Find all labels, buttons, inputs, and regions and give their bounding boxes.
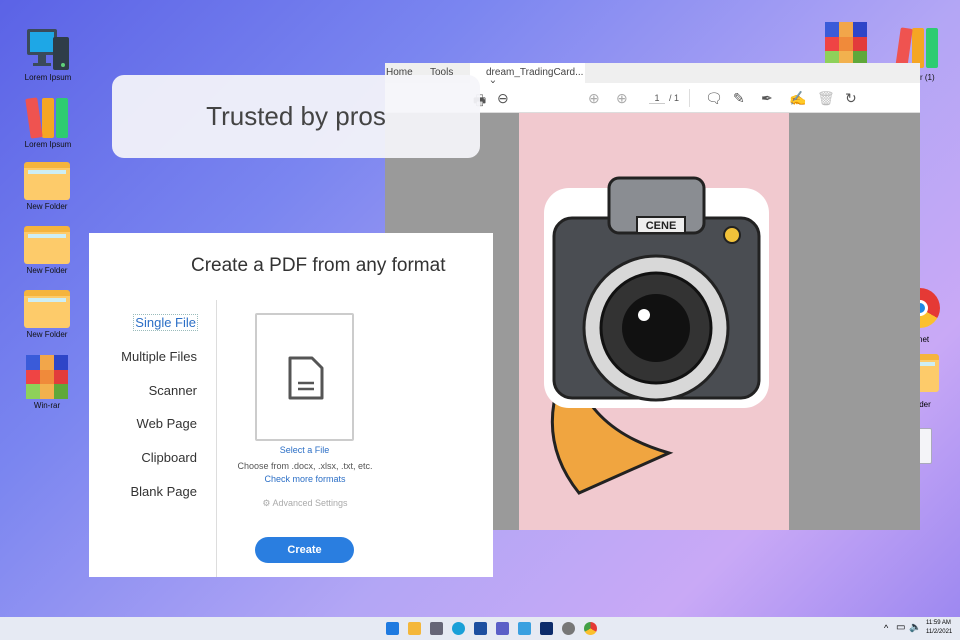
teams-icon[interactable]	[496, 622, 509, 635]
maps-icon[interactable]	[518, 622, 531, 635]
pdf-page: CENE	[519, 113, 789, 530]
prev-page-icon[interactable]: ⊕	[588, 90, 600, 107]
gear-icon: ⚙	[262, 498, 273, 508]
advanced-settings[interactable]: ⚙ Advanced Settings	[205, 498, 405, 509]
nav-divider	[216, 300, 217, 577]
chrome-icon[interactable]	[584, 622, 597, 635]
desktop-icon-folder[interactable]: New Folder	[12, 162, 82, 211]
create-button[interactable]: Create	[255, 537, 354, 563]
document-tab[interactable]: dream_TradingCard... ×	[470, 63, 585, 89]
highlight-icon[interactable]: ✎	[733, 90, 745, 107]
taskbar: ^ ▭ 🔈 11:59 AM 11/2/2021	[0, 617, 960, 640]
desktop-icon-computer[interactable]: Lorem Ipsum	[13, 25, 83, 82]
camera-sticker-image: CENE	[544, 176, 769, 495]
toolbar-divider	[689, 89, 690, 107]
winrar-icon	[26, 355, 68, 399]
tab-title: dream_TradingCard...	[486, 67, 584, 78]
panel-title: Create a PDF from any format	[191, 255, 446, 276]
folder-icon	[24, 290, 70, 328]
formats-hint: Choose from .docx, .xlsx, .txt, etc.	[237, 461, 373, 471]
nav-scanner[interactable]: Scanner	[149, 383, 197, 398]
page-number-input[interactable]: 1	[649, 93, 665, 104]
settings-icon[interactable]	[562, 622, 575, 635]
trusted-banner: Trusted by pros	[112, 75, 480, 158]
page-total: / 1	[669, 93, 680, 103]
check-formats-link[interactable]: Check more formats	[205, 474, 405, 484]
edit-icon[interactable]: ✍	[789, 90, 806, 107]
nav-multiple-files[interactable]: Multiple Files	[121, 349, 197, 364]
nav-web-page[interactable]: Web Page	[137, 416, 197, 431]
computer-icon	[27, 29, 69, 70]
document-icon	[288, 356, 324, 400]
icon-label: New Folder	[26, 202, 68, 211]
desktop-icon-winrar[interactable]: Win-rar	[12, 355, 82, 410]
nav-blank-page[interactable]: Blank Page	[131, 484, 198, 499]
folder-icon	[24, 226, 70, 264]
desktop-icon-binders[interactable]: Lorem Ipsum	[13, 97, 83, 149]
zoom-out-icon[interactable]: ⊖	[497, 90, 509, 107]
file-explorer-icon[interactable]	[408, 622, 421, 635]
volume-icon[interactable]: 🔈	[909, 622, 921, 633]
edge-icon[interactable]	[452, 622, 465, 635]
desktop-icon-folder[interactable]: New Folder	[12, 226, 82, 275]
icon-label: New Folder	[26, 330, 68, 339]
next-page-icon[interactable]: ⊕	[616, 90, 628, 107]
clock-date[interactable]: 11/2/2021	[926, 629, 952, 635]
delete-icon[interactable]: 🗑	[817, 90, 835, 107]
nav-clipboard[interactable]: Clipboard	[141, 450, 197, 465]
binders-icon	[13, 97, 83, 139]
create-pdf-panel: Create a PDF from any format Single File…	[89, 233, 493, 577]
tray-chevron-icon[interactable]: ^	[884, 623, 888, 633]
winrar-icon	[825, 22, 867, 66]
desktop-icon-folder[interactable]: New Folder	[12, 290, 82, 339]
clock-time[interactable]: 11:59 AM	[926, 620, 951, 626]
advanced-settings-label: Advanced Settings	[272, 498, 348, 508]
icon-label: Lorem Ipsum	[24, 73, 72, 82]
app-icon[interactable]	[540, 622, 553, 635]
select-file-link[interactable]: Select a File	[255, 445, 354, 455]
file-drop-box[interactable]	[255, 313, 354, 441]
icon-label: r (1)	[920, 73, 935, 82]
icon-label: Win-rar	[33, 401, 61, 410]
camera-icon[interactable]	[430, 622, 443, 635]
start-icon[interactable]	[386, 622, 399, 635]
binders-icon	[895, 27, 938, 69]
folder-icon	[24, 162, 70, 200]
desktop-icon-binders-right[interactable]: r (1)	[895, 27, 938, 82]
network-icon[interactable]: ▭	[896, 622, 905, 633]
icon-label: Lorem Ipsum	[24, 140, 72, 149]
nav-single-file[interactable]: Single File	[133, 314, 198, 331]
sticker-text: CENE	[646, 220, 677, 232]
sign-icon[interactable]: ✒	[761, 90, 773, 107]
rotate-icon[interactable]: ↻	[845, 90, 857, 107]
icon-label: New Folder	[26, 266, 68, 275]
store-icon[interactable]	[474, 622, 487, 635]
desktop-icon-winrar-right[interactable]	[825, 22, 867, 66]
comment-icon[interactable]: 🗨	[705, 90, 723, 107]
